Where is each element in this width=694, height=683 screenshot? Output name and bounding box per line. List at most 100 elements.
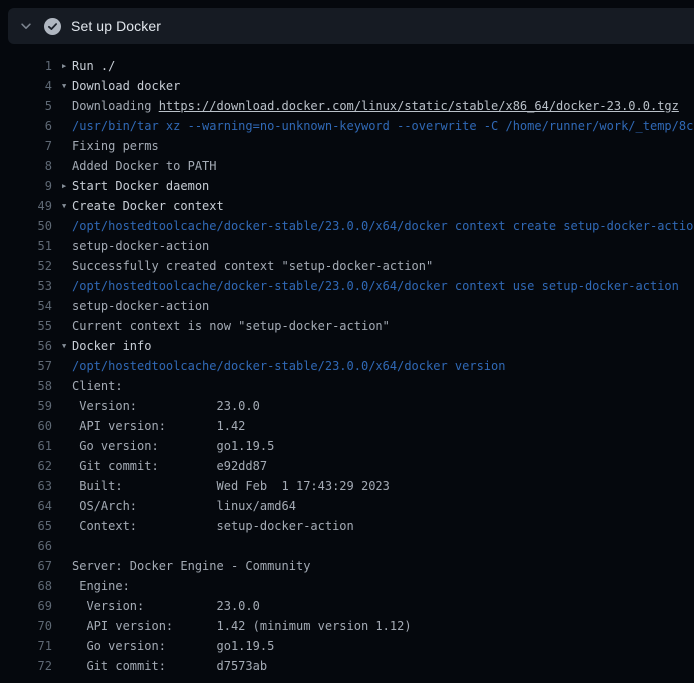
step-title: Set up Docker (71, 18, 161, 34)
log-line[interactable]: 1 ▶ Run ./ (0, 56, 694, 76)
group-title: Create Docker context (72, 199, 224, 213)
log-line: 55 Current context is now "setup-docker-… (0, 316, 694, 336)
line-number-link[interactable]: 9 (0, 179, 52, 193)
log-lines: 1 ▶ Run ./ 4 ▼ Download docker 5 Downloa… (0, 44, 694, 676)
log-line: 65 Context: setup-docker-action (0, 516, 694, 536)
line-number-link[interactable]: 65 (0, 519, 52, 533)
log-line[interactable]: 9 ▶ Start Docker daemon (0, 176, 694, 196)
log-line[interactable]: 56 ▼ Docker info (0, 336, 694, 356)
log-text: API version: 1.42 (72, 419, 245, 433)
line-number-link[interactable]: 66 (0, 539, 52, 553)
download-url-link[interactable]: https://download.docker.com/linux/static… (159, 99, 679, 113)
line-number-link[interactable]: 4 (0, 79, 52, 93)
success-check-icon (44, 18, 61, 35)
line-number-link[interactable]: 54 (0, 299, 52, 313)
log-line[interactable]: 49 ▼ Create Docker context (0, 196, 694, 216)
command-text: /opt/hostedtoolcache/docker-stable/23.0.… (72, 279, 679, 293)
line-number-link[interactable]: 69 (0, 599, 52, 613)
log-text: Engine: (72, 579, 130, 593)
line-number-link[interactable]: 70 (0, 619, 52, 633)
log-text: Built: Wed Feb 1 17:43:29 2023 (72, 479, 390, 493)
log-text: OS/Arch: linux/amd64 (72, 499, 296, 513)
log-line: 51 setup-docker-action (0, 236, 694, 256)
log-line: 50 /opt/hostedtoolcache/docker-stable/23… (0, 216, 694, 236)
line-number-link[interactable]: 53 (0, 279, 52, 293)
log-line: 63 Built: Wed Feb 1 17:43:29 2023 (0, 476, 694, 496)
log-text: Downloading (72, 99, 159, 113)
line-number-link[interactable]: 52 (0, 259, 52, 273)
log-line: 67 Server: Docker Engine - Community (0, 556, 694, 576)
log-text: Go version: go1.19.5 (72, 639, 274, 653)
log-line: 66 (0, 536, 694, 556)
line-number-link[interactable]: 59 (0, 399, 52, 413)
line-number-link[interactable]: 58 (0, 379, 52, 393)
line-number-link[interactable]: 8 (0, 159, 52, 173)
line-number-link[interactable]: 72 (0, 659, 52, 673)
chevron-down-icon[interactable] (19, 19, 33, 33)
log-line: 5 Downloading https://download.docker.co… (0, 96, 694, 116)
log-line: 59 Version: 23.0.0 (0, 396, 694, 416)
collapsed-triangle-icon[interactable]: ▶ (62, 56, 72, 76)
line-number-link[interactable]: 50 (0, 219, 52, 233)
log-line: 61 Go version: go1.19.5 (0, 436, 694, 456)
log-line: 6 /usr/bin/tar xz --warning=no-unknown-k… (0, 116, 694, 136)
command-text: /opt/hostedtoolcache/docker-stable/23.0.… (72, 359, 505, 373)
line-number-link[interactable]: 6 (0, 119, 52, 133)
log-line: 72 Git commit: d7573ab (0, 656, 694, 676)
log-line: 60 API version: 1.42 (0, 416, 694, 436)
log-line: 53 /opt/hostedtoolcache/docker-stable/23… (0, 276, 694, 296)
line-number-link[interactable]: 51 (0, 239, 52, 253)
log-line[interactable]: 4 ▼ Download docker (0, 76, 694, 96)
log-text: Successfully created context "setup-dock… (72, 259, 433, 273)
command-text: /opt/hostedtoolcache/docker-stable/23.0.… (72, 219, 694, 233)
line-number-link[interactable]: 55 (0, 319, 52, 333)
log-line: 57 /opt/hostedtoolcache/docker-stable/23… (0, 356, 694, 376)
line-number-link[interactable]: 57 (0, 359, 52, 373)
group-title: Docker info (72, 339, 151, 353)
line-number-link[interactable]: 56 (0, 339, 52, 353)
log-line: 8 Added Docker to PATH (0, 156, 694, 176)
expanded-triangle-icon[interactable]: ▼ (62, 196, 72, 216)
line-number-link[interactable]: 63 (0, 479, 52, 493)
log-text: Go version: go1.19.5 (72, 439, 274, 453)
line-number-link[interactable]: 7 (0, 139, 52, 153)
log-line: 64 OS/Arch: linux/amd64 (0, 496, 694, 516)
log-text: Client: (72, 379, 123, 393)
line-number-link[interactable]: 61 (0, 439, 52, 453)
log-text: Added Docker to PATH (72, 159, 217, 173)
log-text: API version: 1.42 (minimum version 1.12) (72, 619, 412, 633)
log-line: 7 Fixing perms (0, 136, 694, 156)
log-text: Version: 23.0.0 (72, 399, 260, 413)
log-line: 62 Git commit: e92dd87 (0, 456, 694, 476)
log-line: 71 Go version: go1.19.5 (0, 636, 694, 656)
log-text: Git commit: e92dd87 (72, 459, 267, 473)
line-number-link[interactable]: 67 (0, 559, 52, 573)
log-line: 58 Client: (0, 376, 694, 396)
line-number-link[interactable]: 68 (0, 579, 52, 593)
log-text: Current context is now "setup-docker-act… (72, 319, 390, 333)
log-line: 52 Successfully created context "setup-d… (0, 256, 694, 276)
line-number-link[interactable]: 71 (0, 639, 52, 653)
log-text: Version: 23.0.0 (72, 599, 260, 613)
log-text: Fixing perms (72, 139, 159, 153)
log-text-with-link: Downloading https://download.docker.com/… (72, 99, 679, 113)
log-line: 70 API version: 1.42 (minimum version 1.… (0, 616, 694, 636)
line-number-link[interactable]: 1 (0, 59, 52, 73)
line-number-link[interactable]: 64 (0, 499, 52, 513)
group-title: Run ./ (72, 59, 115, 73)
collapsed-triangle-icon[interactable]: ▶ (62, 176, 72, 196)
step-header[interactable]: Set up Docker (8, 8, 694, 44)
line-number-link[interactable]: 49 (0, 199, 52, 213)
line-number-link[interactable]: 60 (0, 419, 52, 433)
command-text: /usr/bin/tar xz --warning=no-unknown-key… (72, 119, 694, 133)
expanded-triangle-icon[interactable]: ▼ (62, 336, 72, 356)
line-number-link[interactable]: 5 (0, 99, 52, 113)
group-title: Download docker (72, 79, 180, 93)
log-line: 68 Engine: (0, 576, 694, 596)
log-line: 54 setup-docker-action (0, 296, 694, 316)
expanded-triangle-icon[interactable]: ▼ (62, 76, 72, 96)
line-number-link[interactable]: 62 (0, 459, 52, 473)
log-text: setup-docker-action (72, 239, 209, 253)
log-text: Context: setup-docker-action (72, 519, 354, 533)
log-text: Server: Docker Engine - Community (72, 559, 310, 573)
